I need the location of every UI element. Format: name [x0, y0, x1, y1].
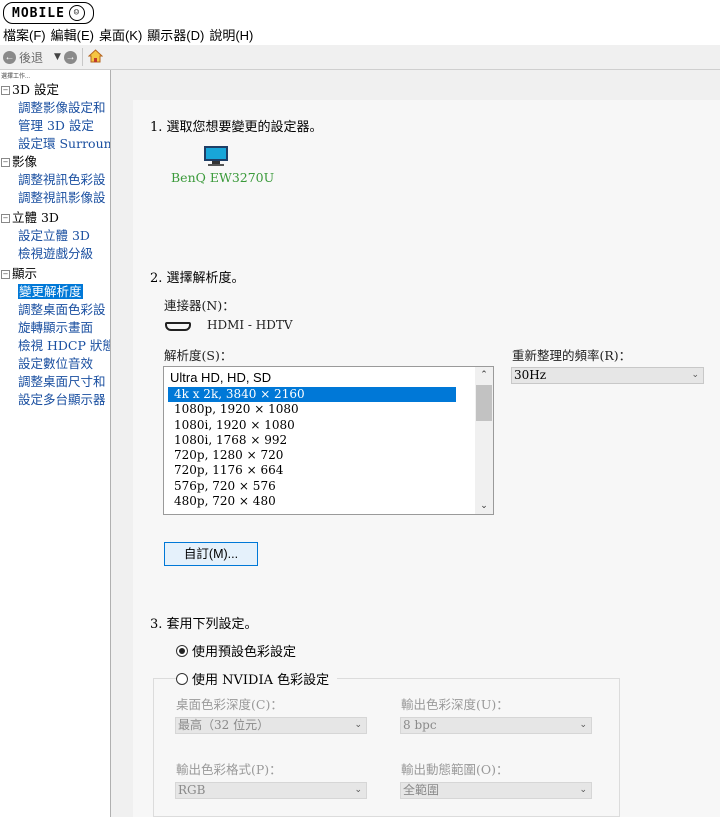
resolution-option[interactable]: 720p, 1280 × 720 [168, 448, 456, 463]
step2-title: 2. 選擇解析度。 [150, 271, 245, 286]
radio-default-color[interactable]: 使用預設色彩設定 [176, 641, 296, 660]
tree-item-view-game-ratings[interactable]: 檢視遊戲分級 [0, 245, 110, 263]
tree-category-video[interactable]: − 影像 [0, 153, 110, 171]
monitor-icon[interactable] [203, 145, 229, 167]
settings-panel: 1. 選取您想要變更的設定器。 BenQ EW3270U 2. 選擇解析度。 連… [133, 100, 720, 817]
radio-label: 使用 NVIDIA 色彩設定 [192, 673, 330, 688]
refresh-rate-label: 重新整理的頻率(R)： [512, 348, 632, 363]
resolution-option[interactable]: 1080p, 1920 × 1080 [168, 402, 456, 417]
menu-bar: 檔案(F) 編輯(E) 桌面(K) 顯示器(D) 說明(H) [0, 24, 720, 45]
tree-item-video-color[interactable]: 調整視訊色彩設 [0, 171, 110, 189]
connector-label: 連接器(N)： [164, 298, 235, 313]
back-button[interactable]: 後退 [19, 49, 43, 66]
tree-category-label: 顯示 [12, 266, 38, 281]
refresh-rate-dropdown[interactable]: 30Hz ⌄ [511, 367, 704, 384]
chevron-down-icon[interactable]: ⌄ [475, 498, 493, 514]
desktop-color-depth-dropdown[interactable]: 最高（32 位元） ⌄ [175, 717, 367, 734]
desktop-color-depth-label: 桌面色彩深度(C)： [176, 697, 283, 712]
resolution-option[interactable]: 576p, 720 × 576 [168, 479, 456, 494]
task-tree-sidebar: 選擇工作... − 3D 設定 調整影像設定和 管理 3D 設定 設定環 Sur… [0, 70, 111, 817]
toolbar-divider [81, 48, 83, 66]
resolution-option[interactable]: 1080i, 1920 × 1080 [168, 418, 456, 433]
arrow-right-icon[interactable]: → [63, 50, 77, 64]
home-icon[interactable] [87, 48, 104, 66]
hdmi-icon [165, 322, 191, 331]
monitor-name[interactable]: BenQ EW3270U [171, 170, 274, 185]
radio-label: 使用預設色彩設定 [192, 645, 297, 660]
resolution-group-header: Ultra HD, HD, SD [170, 370, 272, 385]
content-area: 1. 選取您想要變更的設定器。 BenQ EW3270U 2. 選擇解析度。 連… [111, 70, 720, 817]
sidebar-caption: 選擇工作... [1, 74, 31, 80]
tree-item-view-hdcp-status[interactable]: 檢視 HDCP 狀態 [0, 337, 110, 355]
output-color-format-label: 輸出色彩格式(P)： [176, 762, 282, 777]
tree-category-label: 3D 設定 [12, 82, 59, 97]
collapse-icon[interactable]: − [1, 85, 10, 95]
step1-title: 1. 選取您想要變更的設定器。 [150, 120, 323, 135]
resolution-option[interactable]: 720p, 1176 × 664 [168, 463, 456, 478]
radio-nvidia-color[interactable]: 使用 NVIDIA 色彩設定 [176, 669, 338, 688]
radio-button[interactable] [176, 644, 188, 657]
resolution-option[interactable]: 480p, 720 × 480 [168, 494, 456, 509]
collapse-icon[interactable]: − [1, 157, 10, 167]
collapse-icon[interactable]: − [1, 269, 10, 279]
tree-item-rotate-display[interactable]: 旋轉顯示畫面 [0, 319, 110, 337]
arrow-left-icon[interactable]: ← [3, 50, 16, 64]
menu-file[interactable]: 檔案(F) [0, 25, 48, 44]
output-dynamic-range-value: 全範圍 [403, 783, 440, 797]
tree-item-set-up-stereo-3d[interactable]: 設定立體 3D [0, 227, 110, 245]
output-color-depth-value: 8 bpc [403, 718, 437, 732]
menu-display[interactable]: 顯示器(D) [144, 25, 206, 44]
tree-item-digital-audio[interactable]: 設定數位音效 [0, 355, 110, 373]
step3-title: 3. 套用下列設定。 [150, 617, 258, 632]
toolbar: ← 後退 ▼ → [0, 45, 720, 70]
resolution-listbox[interactable]: Ultra HD, HD, SD 4k x 2k, 3840 × 2160 10… [163, 366, 494, 515]
tree-category-3d-settings[interactable]: − 3D 設定 [0, 81, 110, 99]
resolution-option[interactable]: 1080i, 1768 × 992 [168, 433, 456, 448]
menu-desktop[interactable]: 桌面(K) [96, 25, 144, 44]
menu-edit[interactable]: 編輯(E) [48, 25, 96, 44]
connector-value: HDMI - HDTV [207, 318, 293, 332]
radio-button[interactable] [176, 672, 188, 685]
chevron-down-icon: ⌄ [579, 785, 587, 795]
refresh-rate-value: 30Hz [514, 368, 547, 382]
logo-text: MOBILE [12, 5, 65, 21]
tree-item-adjust-image-settings[interactable]: 調整影像設定和 [0, 99, 110, 117]
chevron-up-icon[interactable]: ⌃ [475, 367, 493, 383]
output-dynamic-range-label: 輸出動態範圍(O)： [401, 762, 509, 777]
logo-face-icon: ☺ [68, 5, 85, 21]
tree-category-stereo-3d[interactable]: − 立體 3D [0, 209, 110, 227]
chevron-down-icon: ⌄ [354, 720, 362, 730]
tree-item-change-resolution[interactable]: 變更解析度 [0, 283, 110, 301]
tree-item-desktop-size[interactable]: 調整桌面尺寸和 [0, 373, 110, 391]
tree-category-label: 影像 [12, 154, 38, 169]
chevron-down-icon[interactable]: ▼ [54, 52, 61, 62]
collapse-icon[interactable]: − [1, 213, 10, 223]
resolution-scrollbar[interactable]: ⌃ ⌄ [475, 367, 493, 514]
output-color-depth-dropdown[interactable]: 8 bpc ⌄ [400, 717, 592, 734]
tree-category-label: 立體 3D [12, 210, 59, 225]
tree-item-desktop-color[interactable]: 調整桌面色彩設 [0, 301, 110, 319]
tree-item-configure-surround[interactable]: 設定環 Surround [0, 135, 110, 153]
tree-item-video-image[interactable]: 調整視訊影像設 [0, 189, 110, 207]
output-color-depth-label: 輸出色彩深度(U)： [401, 697, 509, 712]
output-color-format-dropdown[interactable]: RGB ⌄ [175, 782, 367, 799]
mobile01-logo: MOBILE ☺ [3, 2, 94, 24]
menu-help[interactable]: 說明(H) [206, 25, 255, 44]
scrollbar-thumb[interactable] [476, 385, 492, 421]
resolution-label: 解析度(S)： [164, 348, 233, 363]
chevron-down-icon: ⌄ [691, 370, 699, 380]
chevron-down-icon: ⌄ [354, 785, 362, 795]
custom-resolution-button[interactable]: 自訂(M)... [164, 542, 258, 566]
tree-category-display[interactable]: − 顯示 [0, 265, 110, 283]
resolution-option[interactable]: 4k x 2k, 3840 × 2160 [168, 387, 456, 402]
chevron-down-icon: ⌄ [579, 720, 587, 730]
tree-item-multiple-displays[interactable]: 設定多台顯示器 [0, 391, 110, 409]
desktop-color-depth-value: 最高（32 位元） [178, 718, 270, 732]
output-dynamic-range-dropdown[interactable]: 全範圍 ⌄ [400, 782, 592, 799]
output-color-format-value: RGB [178, 783, 206, 797]
title-bar: MOBILE ☺ [0, 0, 720, 24]
tree-item-manage-3d-settings[interactable]: 管理 3D 設定 [0, 117, 110, 135]
